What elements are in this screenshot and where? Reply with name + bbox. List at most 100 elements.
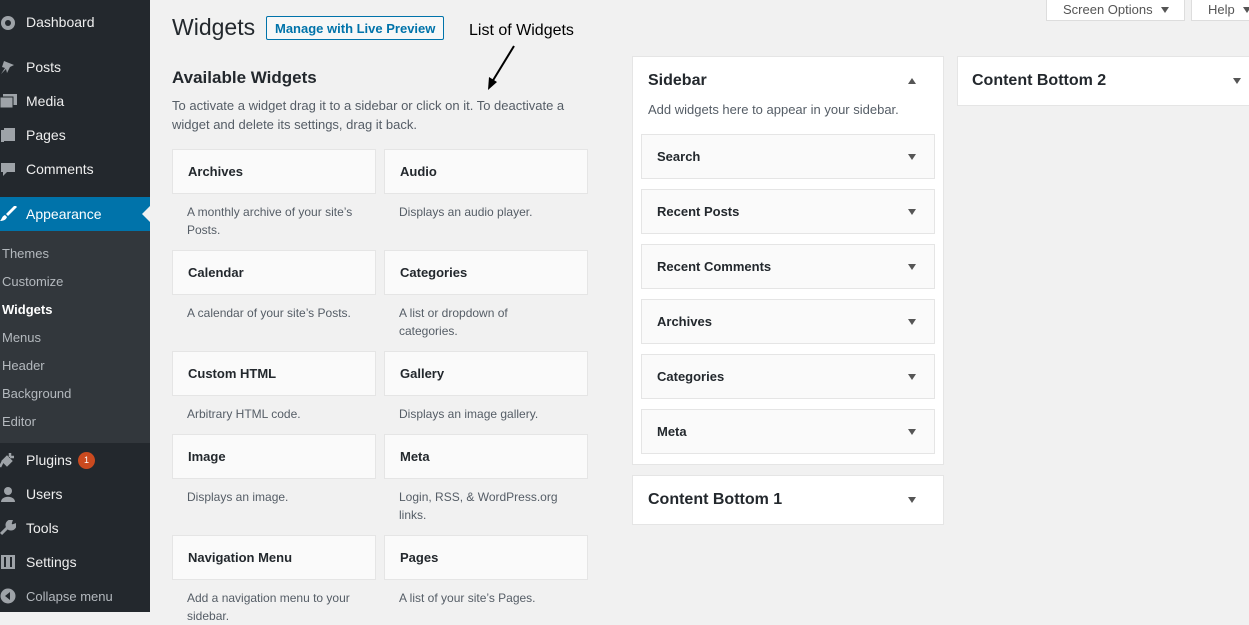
dashboard-icon: [0, 5, 18, 39]
submenu-background[interactable]: Background: [2, 386, 71, 401]
menu-media-label: Media: [26, 93, 65, 109]
widget-categories-desc: A list or dropdown of categories.: [399, 306, 508, 338]
comment-icon: [0, 152, 18, 186]
menu-dashboard-label: Dashboard: [26, 14, 95, 30]
annotation-arrow-icon: [488, 45, 515, 90]
widget-navigation-menu[interactable]: Navigation Menu: [172, 535, 376, 580]
wrench-icon: [0, 511, 18, 545]
widget-custom-html-desc: Arbitrary HTML code.: [187, 407, 301, 421]
screen-options-button[interactable]: Screen Options: [1046, 0, 1185, 21]
help-button[interactable]: Help: [1191, 0, 1249, 21]
collapse-menu-button[interactable]: Collapse menu: [0, 579, 150, 613]
widget-custom-html[interactable]: Custom HTML: [172, 351, 376, 396]
sidebar-widget-recent-comments[interactable]: Recent Comments: [641, 244, 935, 289]
submenu-menus[interactable]: Menus: [2, 330, 41, 345]
sidebar-area-description: Add widgets here to appear in your sideb…: [648, 102, 899, 117]
sidebar-widget-archives[interactable]: Archives: [641, 299, 935, 344]
widget-pages[interactable]: Pages: [384, 535, 588, 580]
widget-gallery[interactable]: Gallery: [384, 351, 588, 396]
chevron-down-icon[interactable]: [908, 209, 916, 215]
menu-pages-label: Pages: [26, 127, 66, 143]
menu-users[interactable]: Users: [0, 477, 150, 511]
menu-comments[interactable]: Comments: [0, 152, 150, 186]
plug-icon: [0, 443, 18, 477]
menu-appearance-label: Appearance: [26, 206, 102, 222]
sidebar-widget-label: Meta: [657, 424, 687, 439]
submenu-header[interactable]: Header: [2, 358, 45, 373]
content-bottom-2-title: Content Bottom 2: [972, 72, 1107, 89]
submenu-editor[interactable]: Editor: [2, 414, 36, 429]
chevron-down-icon: [1160, 6, 1169, 13]
chevron-down-icon[interactable]: [908, 319, 916, 325]
page-title: Widgets: [172, 14, 256, 40]
sidebar-widget-search[interactable]: Search: [641, 134, 935, 179]
menu-appearance[interactable]: Appearance: [0, 197, 150, 231]
settings-icon: [0, 545, 18, 579]
appearance-submenu: Themes Customize Widgets Menus Header Ba…: [0, 231, 150, 443]
widget-navigation-menu-desc: Add a navigation menu to your sidebar.: [187, 591, 350, 623]
widget-calendar[interactable]: Calendar: [172, 250, 376, 295]
widget-pages-desc: A list of your site’s Pages.: [399, 591, 536, 605]
widget-categories[interactable]: Categories: [384, 250, 588, 295]
menu-users-label: Users: [26, 486, 63, 502]
sidebar-widget-meta[interactable]: Meta: [641, 409, 935, 454]
chevron-down-icon[interactable]: [908, 497, 916, 503]
sidebar-widget-categories[interactable]: Categories: [641, 354, 935, 399]
available-widgets-title: Available Widgets: [172, 68, 317, 87]
menu-plugins-label: Plugins: [26, 452, 72, 468]
menu-posts-label: Posts: [26, 59, 62, 75]
admin-menu: Dashboard Posts Media Pages Comments App…: [0, 0, 150, 612]
sidebar-widget-recent-posts[interactable]: Recent Posts: [641, 189, 935, 234]
menu-media[interactable]: Media: [0, 84, 150, 118]
manage-live-preview-button[interactable]: Manage with Live Preview: [266, 16, 445, 40]
annotation-label: List of Widgets: [469, 22, 574, 39]
sidebar-widget-label: Recent Posts: [657, 204, 740, 219]
widget-audio-desc: Displays an audio player.: [399, 205, 533, 219]
sidebar-widget-label: Search: [657, 149, 701, 164]
menu-comments-label: Comments: [26, 161, 94, 177]
paintbrush-icon: [0, 197, 18, 231]
widget-meta-desc: Login, RSS, & WordPress.org links.: [399, 490, 558, 522]
available-widgets-description: To activate a widget drag it to a sideba…: [172, 98, 565, 132]
chevron-up-icon[interactable]: [908, 78, 916, 84]
menu-dashboard[interactable]: Dashboard: [0, 5, 150, 39]
submenu-themes[interactable]: Themes: [2, 246, 49, 261]
menu-plugins[interactable]: Plugins 1: [0, 443, 150, 477]
submenu-customize[interactable]: Customize: [2, 274, 63, 289]
chevron-down-icon[interactable]: [1233, 78, 1241, 84]
pages-icon: [0, 118, 18, 152]
sidebar-widget-label: Archives: [657, 314, 712, 329]
menu-pages[interactable]: Pages: [0, 118, 150, 152]
menu-settings[interactable]: Settings: [0, 545, 150, 579]
widget-archives[interactable]: Archives: [172, 149, 376, 194]
widget-meta[interactable]: Meta: [384, 434, 588, 479]
menu-posts[interactable]: Posts: [0, 50, 150, 84]
screen-options-label: Screen Options: [1063, 2, 1153, 17]
chevron-down-icon: [1242, 6, 1249, 13]
collapse-menu-label: Collapse menu: [26, 588, 113, 604]
chevron-down-icon[interactable]: [908, 374, 916, 380]
widget-image-desc: Displays an image.: [187, 490, 289, 504]
plugins-update-badge: 1: [78, 451, 95, 469]
submenu-widgets[interactable]: Widgets: [2, 302, 52, 317]
chevron-down-icon[interactable]: [908, 429, 916, 435]
collapse-arrow-icon: [0, 579, 18, 613]
sidebar-widget-label: Categories: [657, 369, 725, 384]
user-icon: [0, 477, 18, 511]
widget-image[interactable]: Image: [172, 434, 376, 479]
widget-archives-desc: A monthly archive of your site’s Posts.: [187, 205, 353, 237]
content-bottom-1-title: Content Bottom 1: [648, 491, 783, 508]
menu-tools[interactable]: Tools: [0, 511, 150, 545]
menu-settings-label: Settings: [26, 554, 77, 570]
media-icon: [0, 84, 18, 118]
sidebar-widget-label: Recent Comments: [657, 259, 772, 274]
menu-tools-label: Tools: [26, 520, 59, 536]
help-label: Help: [1208, 2, 1235, 17]
widget-gallery-desc: Displays an image gallery.: [399, 407, 539, 421]
pin-icon: [0, 50, 18, 84]
widget-audio[interactable]: Audio: [384, 149, 588, 194]
chevron-down-icon[interactable]: [908, 154, 916, 160]
widget-calendar-desc: A calendar of your site’s Posts.: [187, 306, 351, 320]
chevron-down-icon[interactable]: [908, 264, 916, 270]
sidebar-area-title: Sidebar: [648, 72, 707, 89]
